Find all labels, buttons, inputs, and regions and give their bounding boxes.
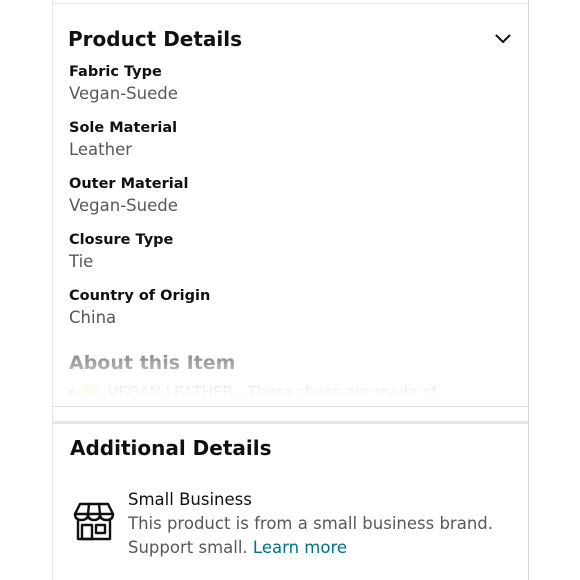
detail-fabric-type: Fabric Type Vegan-Suede xyxy=(69,62,489,118)
about-this-item: About this Item VEGAN LEATHER - These sh… xyxy=(69,348,489,396)
detail-label: Closure Type xyxy=(69,232,174,248)
detail-label: Country of Origin xyxy=(69,288,211,304)
chevron-down-icon[interactable] xyxy=(493,29,513,49)
learn-more-link[interactable]: Learn more xyxy=(253,538,347,557)
bullet-dot-icon xyxy=(69,389,74,395)
detail-value: China xyxy=(69,308,117,327)
about-bullet: VEGAN LEATHER - These shoes are made of xyxy=(69,382,489,396)
product-details-title: Product Details xyxy=(68,27,243,51)
detail-outer-material: Outer Material Vegan-Suede xyxy=(69,174,489,230)
detail-label: Fabric Type xyxy=(69,64,162,80)
small-business-name: Small Business xyxy=(128,490,252,509)
detail-label: Sole Material xyxy=(69,120,178,136)
section-divider-thick xyxy=(53,421,528,424)
detail-value: Vegan-Suede xyxy=(69,196,178,215)
emoji-icon xyxy=(82,385,100,396)
small-business-description: This product is from a small business br… xyxy=(128,512,518,560)
product-details-list: Fabric Type Vegan-Suede Sole Material Le… xyxy=(69,62,489,342)
detail-value: Tie xyxy=(69,252,94,271)
detail-sole-material: Sole Material Leather xyxy=(69,118,489,174)
detail-country-of-origin: Country of Origin China xyxy=(69,286,489,342)
small-business-info: Small Business This product is from a sm… xyxy=(128,488,518,560)
about-bullet-text: VEGAN LEATHER - These shoes are made of xyxy=(108,383,437,396)
detail-closure-type: Closure Type Tie xyxy=(69,230,489,286)
about-title: About this Item xyxy=(69,352,236,374)
detail-value: Vegan-Suede xyxy=(69,84,178,103)
storefront-icon xyxy=(73,502,115,542)
detail-label: Outer Material xyxy=(69,176,189,192)
product-details-header[interactable]: Product Details xyxy=(68,24,513,54)
top-divider xyxy=(53,3,528,4)
product-details-panel: Product Details Fabric Type Vegan-Suede … xyxy=(52,0,529,580)
detail-value: Leather xyxy=(69,140,133,159)
additional-details-title: Additional Details xyxy=(70,436,272,460)
